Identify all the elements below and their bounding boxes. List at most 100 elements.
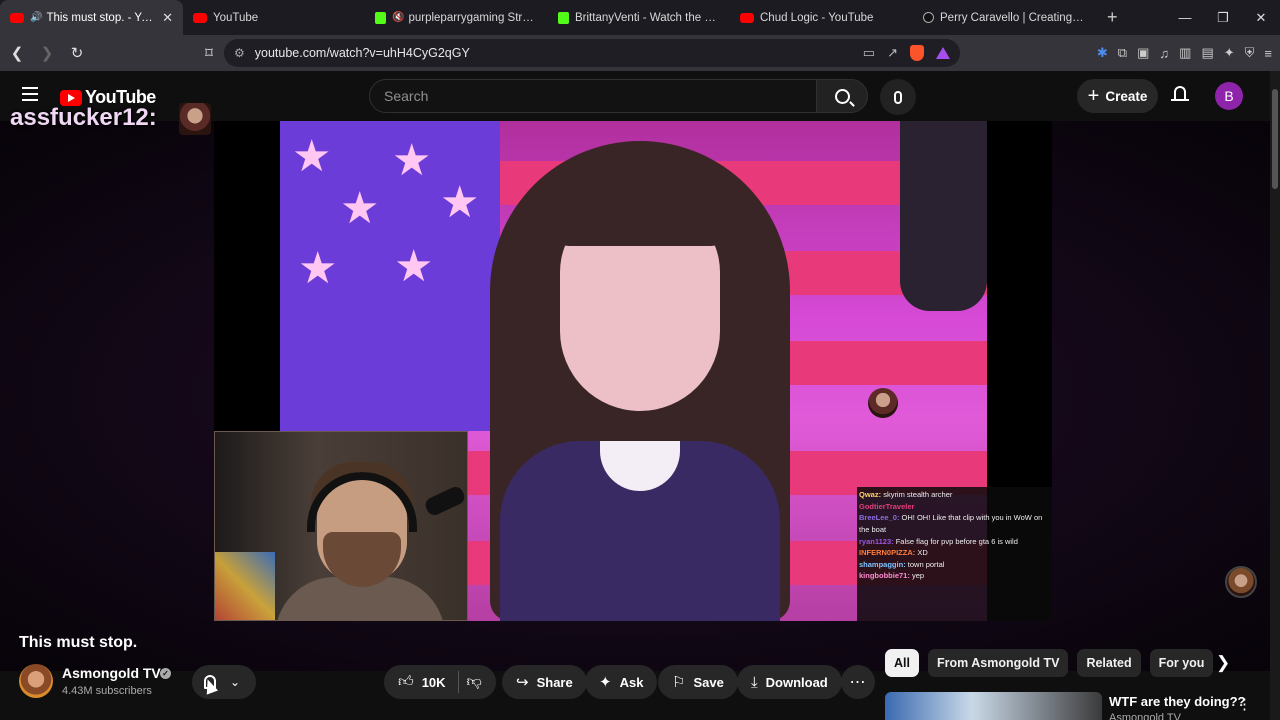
star-icon: ★ xyxy=(392,136,432,185)
chip-for-you[interactable]: For you xyxy=(1149,649,1214,677)
recommended-thumbnail[interactable] xyxy=(885,692,1102,720)
browser-toolbar: ❮ ❯ ↻ ⌑ ⚙ youtube.com/watch?v=uhH4CyG2qG… xyxy=(0,35,1280,71)
bookmark-icon: ⚐ xyxy=(672,674,686,691)
ask-button[interactable]: ✦ Ask xyxy=(585,665,658,699)
tiktok-icon xyxy=(923,12,934,23)
scrollbar-thumb[interactable] xyxy=(1272,89,1278,189)
channel-avatar[interactable] xyxy=(19,664,53,698)
browser-tab[interactable]: YouTube xyxy=(183,0,365,35)
share-icon[interactable]: ↗ xyxy=(887,45,898,61)
menu-icon[interactable] xyxy=(22,87,38,101)
share-icon: ↪ xyxy=(516,674,529,691)
new-tab-button[interactable]: + xyxy=(1107,7,1118,28)
close-tab-icon[interactable]: ✕ xyxy=(162,10,173,26)
sparkle-icon: ✦ xyxy=(599,674,612,691)
plus-icon: + xyxy=(1087,85,1100,107)
chip-from-channel[interactable]: From Asmongold TV xyxy=(927,649,1069,677)
thumbs-up-icon: 👍︎ xyxy=(398,673,414,690)
tab-title: Perry Caravello | Creating Come xyxy=(940,11,1085,24)
save-button[interactable]: ⚐ Save xyxy=(658,665,738,699)
cast-icon[interactable]: ▭ xyxy=(863,45,875,61)
address-bar[interactable]: ⚙ youtube.com/watch?v=uhH4CyG2qGY ▭ ↗ xyxy=(224,39,960,67)
wallet-icon[interactable]: ▤ xyxy=(1201,45,1213,61)
browser-tab-active[interactable]: 🔊 This must stop. - YouTube ✕ xyxy=(0,0,183,35)
chat-message: BreeLee_0: OH! OH! Like that clip with y… xyxy=(859,513,1043,534)
menu-icon[interactable]: ≡ xyxy=(1264,46,1272,61)
search-input[interactable] xyxy=(384,88,784,104)
verified-icon: ✓ xyxy=(160,668,171,679)
star-icon: ★ xyxy=(298,244,338,293)
kebab-menu-icon[interactable]: ⋮ xyxy=(1237,695,1252,713)
download-button[interactable]: ⤓ Download xyxy=(737,665,842,699)
download-icon: ⤓ xyxy=(751,673,758,691)
voice-search-button[interactable] xyxy=(880,79,916,115)
chat-message: kingbobbie71: yep xyxy=(859,571,925,581)
muted-speaker-icon[interactable]: 🔇 xyxy=(392,12,404,23)
like-dislike-group: 👍︎ 10K 👎︎ xyxy=(384,665,496,699)
site-settings-icon[interactable]: ⚙ xyxy=(234,46,245,60)
reload-icon[interactable]: ↻ xyxy=(64,40,90,66)
chevron-right-icon[interactable]: ❯ xyxy=(1216,653,1230,673)
ask-label: Ask xyxy=(619,674,644,690)
back-icon[interactable]: ❮ xyxy=(4,40,30,66)
floating-avatar[interactable] xyxy=(1225,566,1257,598)
brave-rewards-icon[interactable] xyxy=(936,47,950,59)
youtube-icon xyxy=(193,12,207,23)
browser-tab[interactable]: 🔇 purpleparrygaming Stream - xyxy=(365,0,548,35)
stream-chat-overlay: Qwaz: skyrim stealth archer GodtierTrave… xyxy=(857,487,1052,621)
speaker-icon[interactable]: 🔊 xyxy=(30,12,42,23)
recommended-channel[interactable]: Asmongold TV xyxy=(1109,712,1181,720)
vpn-icon[interactable]: ✱ xyxy=(1097,45,1108,61)
chat-message: GodtierTraveler xyxy=(859,501,915,511)
chat-message: INFERN0PIZZA: XD xyxy=(859,548,928,558)
share-button[interactable]: ↪ Share xyxy=(502,665,587,699)
extensions-icon[interactable]: ⧉ xyxy=(1118,45,1127,61)
search-icon xyxy=(834,88,850,104)
notifications-bell-icon[interactable] xyxy=(1171,86,1189,104)
microphone-icon xyxy=(894,90,902,104)
sidebar-icon[interactable]: ▥ xyxy=(1179,45,1191,61)
search-button[interactable] xyxy=(816,79,868,113)
close-window-icon[interactable]: ✕ xyxy=(1242,0,1280,35)
video-title: This must stop. xyxy=(19,634,138,651)
tab-title: YouTube xyxy=(213,11,259,24)
url-text: youtube.com/watch?v=uhH4CyG2qGY xyxy=(254,46,470,60)
browser-tab[interactable]: BrittanyVenti - Watch the VOD o xyxy=(548,0,730,35)
browser-tab[interactable]: Perry Caravello | Creating Come xyxy=(913,0,1095,35)
overlay-avatar xyxy=(179,103,211,135)
overlay-username: assfucker12: xyxy=(10,104,157,131)
brave-shields-icon[interactable] xyxy=(910,45,924,61)
dislike-button[interactable]: 👎︎ xyxy=(467,673,482,691)
browser-tab[interactable]: Chud Logic - YouTube xyxy=(730,0,913,35)
bookmark-icon[interactable]: ⌑ xyxy=(196,40,222,66)
create-button[interactable]: + Create xyxy=(1077,79,1158,113)
youtube-icon xyxy=(740,12,754,23)
share-label: Share xyxy=(536,674,573,690)
chat-message: Qwaz: skyrim stealth archer xyxy=(859,490,953,499)
download-label: Download xyxy=(765,674,828,690)
recommended-title[interactable]: WTF are they doing?? xyxy=(1109,694,1246,709)
video-player[interactable]: ★ ★ ★ ★ ★ ★ Qwaz: skyrim stealth archer … xyxy=(214,121,1052,621)
like-button[interactable]: 👍︎ 10K xyxy=(398,671,459,693)
extensions-area: ✱ ⧉ ▣ ♫ ▥ ▤ ✦ ⛨ ≡ xyxy=(1097,35,1272,71)
scrollbar[interactable] xyxy=(1270,71,1280,720)
vpn-shield-icon[interactable]: ⛨ xyxy=(1245,45,1255,61)
account-avatar[interactable]: B xyxy=(1215,82,1243,110)
chip-related[interactable]: Related xyxy=(1077,649,1141,677)
leo-ai-icon[interactable]: ✦ xyxy=(1224,45,1235,61)
media-icon[interactable]: ♫ xyxy=(1159,46,1169,61)
tab-title: BrittanyVenti - Watch the VOD o xyxy=(575,11,720,24)
browser-tab-strip: 🔊 This must stop. - YouTube ✕ YouTube 🔇 … xyxy=(0,0,1280,35)
save-label: Save xyxy=(693,674,724,690)
channel-name[interactable]: Asmongold TV xyxy=(62,665,161,681)
restore-icon[interactable]: ❐ xyxy=(1204,0,1242,35)
kick-icon xyxy=(558,11,569,24)
chip-all[interactable]: All xyxy=(885,649,919,677)
more-actions-icon[interactable]: ⋯ xyxy=(841,665,875,699)
tab-title: purpleparrygaming Stream - xyxy=(408,11,538,24)
minimize-icon[interactable]: — xyxy=(1166,0,1204,35)
forward-icon[interactable]: ❯ xyxy=(34,40,60,66)
screenshot-icon[interactable]: ▣ xyxy=(1137,45,1149,61)
chat-avatar xyxy=(868,388,898,418)
star-icon: ★ xyxy=(340,184,380,233)
